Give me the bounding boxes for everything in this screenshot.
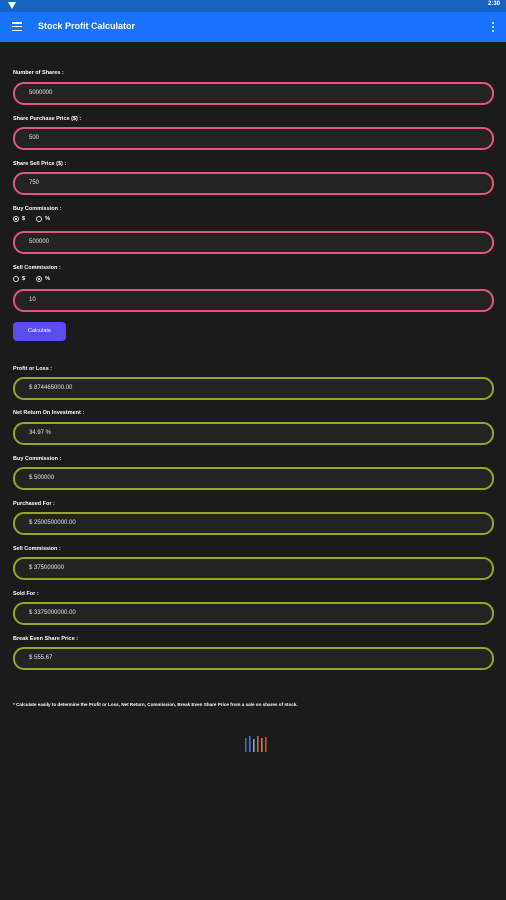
buy-commission-percent-radio[interactable] bbox=[36, 216, 43, 222]
purchased-for-output: $ 2500500000.00 bbox=[13, 512, 494, 535]
profit-output: $ 874465000.00 bbox=[13, 377, 494, 400]
buy-commission-percent-label: % bbox=[45, 216, 50, 222]
sell-commission-output: $ 375000000 bbox=[13, 557, 494, 580]
loading-bars-icon bbox=[245, 736, 267, 752]
sell-commission-percent-label: % bbox=[45, 276, 50, 282]
buy-commission-output: $ 500000 bbox=[13, 467, 494, 490]
buy-commission-dollar-label: $ bbox=[22, 216, 26, 222]
calculate-button[interactable]: Calculate bbox=[13, 322, 66, 341]
roi-label: Net Return On Investment : bbox=[13, 410, 85, 416]
purchase-price-input[interactable]: 500 bbox=[13, 127, 494, 150]
buy-commission-type: $ % bbox=[13, 216, 50, 222]
sold-for-output: $ 3375000000.00 bbox=[13, 602, 494, 625]
footnote: * Calculate easily to determine the Prof… bbox=[13, 702, 298, 707]
buy-commission-label: Buy Commission : bbox=[13, 206, 62, 212]
app-title: Stock Profit Calculator bbox=[38, 21, 136, 31]
buy-commission-result-label: Buy Commission : bbox=[13, 456, 62, 462]
sell-commission-dollar-label: $ bbox=[22, 276, 26, 282]
status-bar: 2:30 bbox=[0, 0, 506, 12]
roi-output: 34.97 % bbox=[13, 422, 494, 445]
sell-price-label: Share Sell Price ($) : bbox=[13, 161, 67, 167]
break-even-label: Break Even Share Price : bbox=[13, 636, 79, 642]
buy-commission-input[interactable]: 500000 bbox=[13, 231, 494, 254]
sell-price-input[interactable]: 750 bbox=[13, 172, 494, 195]
signal-icon bbox=[8, 2, 16, 9]
hamburger-menu-icon[interactable] bbox=[12, 22, 22, 32]
shares-input[interactable]: 5000000 bbox=[13, 82, 494, 105]
sell-commission-type: $ % bbox=[13, 276, 50, 282]
break-even-output: $ 555.67 bbox=[13, 647, 494, 670]
purchase-price-label: Share Purchase Price ($) : bbox=[13, 116, 82, 122]
more-vertical-icon[interactable] bbox=[492, 22, 495, 32]
sell-commission-input[interactable]: 10 bbox=[13, 289, 494, 312]
sell-commission-result-label: Sell Commission : bbox=[13, 546, 61, 552]
profit-label: Profit or Loss : bbox=[13, 366, 53, 372]
sell-commission-dollar-radio[interactable] bbox=[13, 276, 19, 282]
sell-commission-label: Sell Commission : bbox=[13, 265, 61, 271]
app-bar: Stock Profit Calculator bbox=[0, 12, 506, 42]
purchased-for-label: Purchased For : bbox=[13, 501, 55, 507]
sell-commission-percent-radio[interactable] bbox=[36, 276, 43, 282]
status-time: 2:30 bbox=[487, 1, 500, 7]
buy-commission-dollar-radio[interactable] bbox=[13, 216, 19, 222]
sold-for-label: Sold For : bbox=[13, 591, 39, 597]
shares-label: Number of Shares : bbox=[13, 70, 64, 76]
